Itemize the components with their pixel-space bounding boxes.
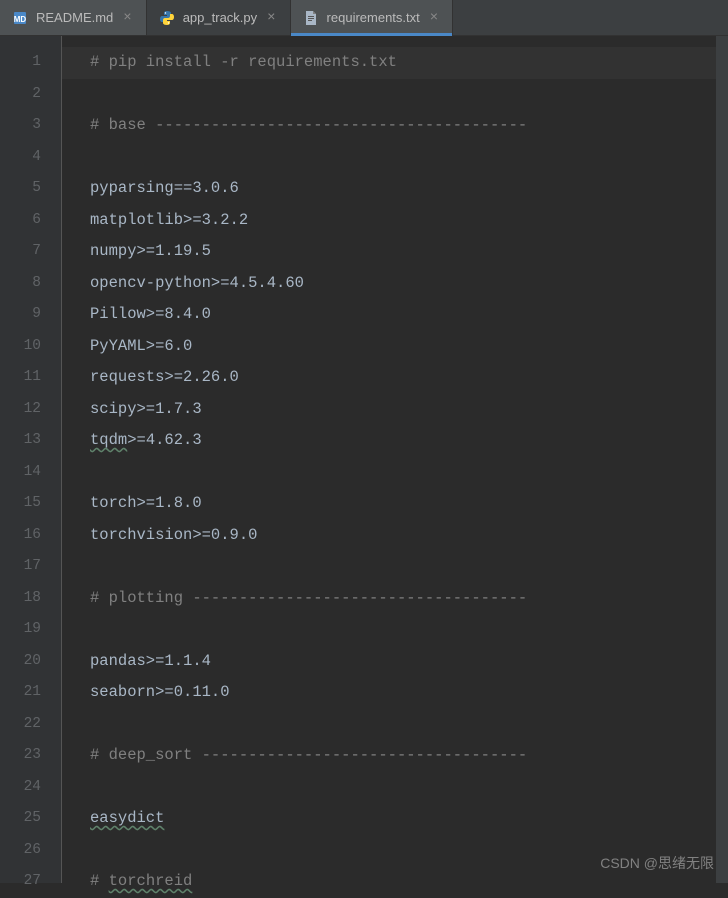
- line-number: 26: [0, 835, 61, 867]
- tab-readme[interactable]: MD README.md ×: [0, 0, 147, 35]
- line-number: 1: [0, 47, 61, 79]
- code-line[interactable]: # deep_sort ----------------------------…: [90, 740, 728, 772]
- code-line[interactable]: # base ---------------------------------…: [90, 110, 728, 142]
- tab-requirements[interactable]: requirements.txt ×: [291, 0, 454, 35]
- tab-label: requirements.txt: [327, 10, 420, 25]
- line-number: 9: [0, 299, 61, 331]
- line-number: 10: [0, 331, 61, 363]
- line-number: 19: [0, 614, 61, 646]
- line-number: 24: [0, 772, 61, 804]
- text-file-icon: [303, 10, 319, 26]
- close-icon[interactable]: ×: [428, 10, 440, 26]
- svg-text:MD: MD: [14, 15, 27, 24]
- code-line[interactable]: [90, 772, 728, 804]
- python-file-icon: [159, 10, 175, 26]
- line-number: 6: [0, 205, 61, 237]
- code-line[interactable]: easydict: [90, 803, 728, 835]
- code-line[interactable]: [90, 79, 728, 111]
- line-number: 13: [0, 425, 61, 457]
- line-number: 12: [0, 394, 61, 426]
- code-line[interactable]: [90, 709, 728, 741]
- line-number: 16: [0, 520, 61, 552]
- editor-area: 1234567891011121314151617181920212223242…: [0, 36, 728, 883]
- code-line[interactable]: torchvision>=0.9.0: [90, 520, 728, 552]
- line-number: 14: [0, 457, 61, 489]
- code-line[interactable]: # pip install -r requirements.txt: [62, 47, 728, 79]
- code-line[interactable]: matplotlib>=3.2.2: [90, 205, 728, 237]
- code-line[interactable]: scipy>=1.7.3: [90, 394, 728, 426]
- md-file-icon: MD: [12, 10, 28, 26]
- code-line[interactable]: tqdm>=4.62.3: [90, 425, 728, 457]
- code-line[interactable]: torch>=1.8.0: [90, 488, 728, 520]
- line-number: 8: [0, 268, 61, 300]
- tabs-bar: MD README.md × app_track.py × requiremen…: [0, 0, 728, 36]
- code-line[interactable]: opencv-python>=4.5.4.60: [90, 268, 728, 300]
- close-icon[interactable]: ×: [265, 10, 277, 26]
- gutter: 1234567891011121314151617181920212223242…: [0, 36, 62, 883]
- code-line[interactable]: numpy>=1.19.5: [90, 236, 728, 268]
- line-number: 2: [0, 79, 61, 111]
- line-number: 27: [0, 866, 61, 898]
- line-number: 15: [0, 488, 61, 520]
- close-icon[interactable]: ×: [121, 10, 133, 26]
- code-line[interactable]: requests>=2.26.0: [90, 362, 728, 394]
- tab-label: README.md: [36, 10, 113, 25]
- watermark: CSDN @思绪无限: [600, 853, 714, 873]
- line-number: 21: [0, 677, 61, 709]
- line-number: 20: [0, 646, 61, 678]
- line-number: 17: [0, 551, 61, 583]
- code-line[interactable]: pyparsing==3.0.6: [90, 173, 728, 205]
- line-number: 4: [0, 142, 61, 174]
- line-number: 7: [0, 236, 61, 268]
- code-line[interactable]: [90, 551, 728, 583]
- code-line[interactable]: Pillow>=8.4.0: [90, 299, 728, 331]
- line-number: 11: [0, 362, 61, 394]
- line-number: 5: [0, 173, 61, 205]
- code-line[interactable]: PyYAML>=6.0: [90, 331, 728, 363]
- tab-label: app_track.py: [183, 10, 257, 25]
- code-line[interactable]: [90, 614, 728, 646]
- code-line[interactable]: [90, 142, 728, 174]
- code-line[interactable]: [90, 457, 728, 489]
- line-number: 23: [0, 740, 61, 772]
- code-line[interactable]: pandas>=1.1.4: [90, 646, 728, 678]
- line-number: 18: [0, 583, 61, 615]
- scrollbar-vertical[interactable]: [716, 36, 728, 883]
- code-line[interactable]: seaborn>=0.11.0: [90, 677, 728, 709]
- tab-app-track[interactable]: app_track.py ×: [147, 0, 291, 35]
- line-number: 22: [0, 709, 61, 741]
- code-area[interactable]: # pip install -r requirements.txt # base…: [62, 36, 728, 883]
- line-number: 25: [0, 803, 61, 835]
- code-line[interactable]: # plotting -----------------------------…: [90, 583, 728, 615]
- line-number: 3: [0, 110, 61, 142]
